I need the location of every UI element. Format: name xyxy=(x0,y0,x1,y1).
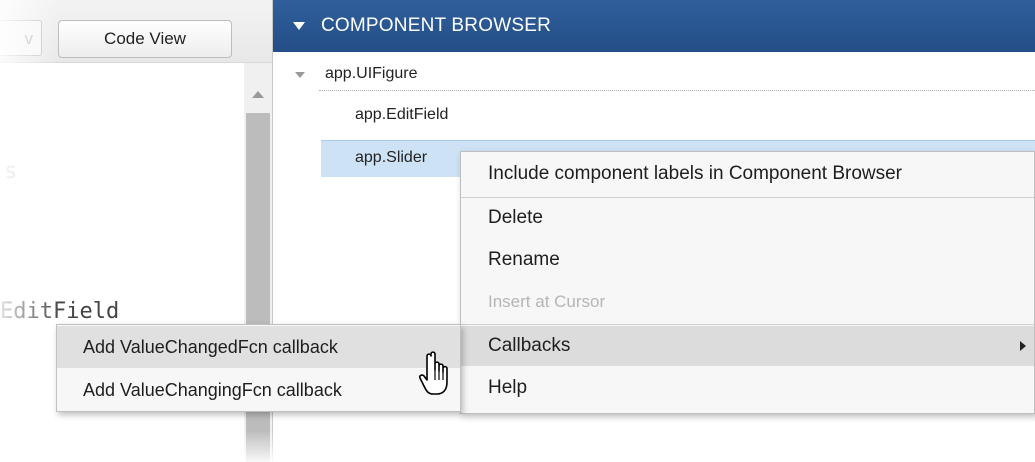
tree-node-uifigure[interactable]: app.UIFigure xyxy=(273,57,1035,91)
tab-code-view[interactable]: Code View xyxy=(58,20,232,58)
code-text-fragment: s xyxy=(4,159,18,184)
callbacks-submenu: Add ValueChangedFcn callback Add ValueCh… xyxy=(56,324,461,412)
view-tabs: v Code View xyxy=(0,0,272,63)
code-text-line: EditField xyxy=(0,299,120,324)
menu-item-label: Help xyxy=(488,377,528,398)
tab-design-view[interactable]: v xyxy=(0,20,42,56)
menu-item-help[interactable]: Help xyxy=(461,368,1034,408)
scroll-up-arrow-icon[interactable] xyxy=(252,91,264,98)
component-browser-title: COMPONENT BROWSER xyxy=(321,15,552,36)
tree-node-editfield[interactable]: app.EditField xyxy=(273,98,1035,132)
menu-separator xyxy=(461,324,1034,325)
menu-item-insert-at-cursor: Insert at Cursor xyxy=(461,282,1034,322)
tree-divider xyxy=(319,90,1035,91)
tree-node-label: app.EditField xyxy=(355,106,449,123)
tree-node-label: app.Slider xyxy=(355,149,428,166)
menu-item-label: Include component labels in Component Br… xyxy=(488,163,903,184)
menu-item-label: Insert at Cursor xyxy=(488,292,606,311)
component-browser-header[interactable]: COMPONENT BROWSER xyxy=(273,0,1035,52)
menu-item-delete[interactable]: Delete xyxy=(461,198,1034,238)
menu-item-include-labels[interactable]: Include component labels in Component Br… xyxy=(461,154,1034,194)
tree-node-label: app.UIFigure xyxy=(325,65,418,82)
menu-item-label: Callbacks xyxy=(488,335,571,356)
submenu-item-add-valuechangingfcn[interactable]: Add ValueChangingFcn callback xyxy=(57,369,460,411)
menu-item-label: Rename xyxy=(488,249,560,270)
caret-down-icon[interactable] xyxy=(293,22,305,30)
context-menu: Include component labels in Component Br… xyxy=(460,151,1035,414)
submenu-item-add-valuechangedfcn[interactable]: Add ValueChangedFcn callback xyxy=(57,326,460,368)
hand-pointer-icon xyxy=(419,351,448,395)
tree-expand-caret-icon[interactable] xyxy=(295,72,305,78)
menu-item-callbacks[interactable]: Callbacks xyxy=(461,326,1034,366)
menu-item-label: Delete xyxy=(488,207,543,228)
submenu-item-label: Add ValueChangedFcn callback xyxy=(83,337,338,357)
menu-item-rename[interactable]: Rename xyxy=(461,240,1034,280)
submenu-item-label: Add ValueChangingFcn callback xyxy=(83,380,342,400)
chevron-right-icon xyxy=(1020,341,1026,351)
